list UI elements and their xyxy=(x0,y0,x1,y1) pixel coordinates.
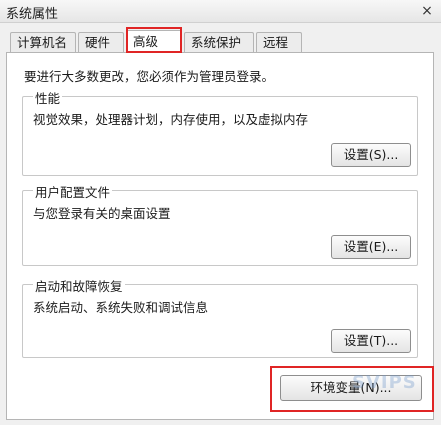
window-title: 系统属性 xyxy=(6,7,59,22)
watermark-text: SVIPS xyxy=(352,372,417,393)
admin-notice-text: 要进行大多数更改，您必须作为管理员登录。 xyxy=(24,69,275,84)
tab-remote[interactable]: 远程 xyxy=(256,32,302,52)
advanced-tab-highlight-box xyxy=(126,27,182,53)
user-profiles-settings-button[interactable]: 设置(E)... xyxy=(331,235,411,259)
user-profiles-group: 用户配置文件 与您登录有关的桌面设置 设置(E)... xyxy=(22,182,418,266)
close-icon[interactable]: × xyxy=(419,3,435,19)
performance-group: 性能 视觉效果，处理器计划，内存使用，以及虚拟内存 设置(S)... xyxy=(22,88,418,176)
startup-recovery-group: 启动和故障恢复 系统启动、系统失败和调试信息 设置(T)... xyxy=(22,276,418,358)
title-bar[interactable]: 系统属性 × xyxy=(0,0,441,23)
performance-settings-button[interactable]: 设置(S)... xyxy=(331,143,411,167)
user-profiles-group-title: 用户配置文件 xyxy=(33,182,113,201)
startup-recovery-description: 系统启动、系统失败和调试信息 xyxy=(33,300,209,315)
tab-system-protection[interactable]: 系统保护 xyxy=(184,32,254,52)
tab-computer-name[interactable]: 计算机名 xyxy=(10,32,76,52)
performance-group-title: 性能 xyxy=(33,88,63,107)
performance-description: 视觉效果，处理器计划，内存使用，以及虚拟内存 xyxy=(33,112,309,127)
system-properties-window: 系统属性 × 计算机名 硬件 高级 系统保护 远程 要进行大多数更改，您必须作为… xyxy=(0,0,441,425)
startup-recovery-group-title: 启动和故障恢复 xyxy=(33,276,125,295)
tab-hardware[interactable]: 硬件 xyxy=(78,32,124,52)
user-profiles-description: 与您登录有关的桌面设置 xyxy=(33,206,171,221)
startup-recovery-settings-button[interactable]: 设置(T)... xyxy=(331,329,411,353)
